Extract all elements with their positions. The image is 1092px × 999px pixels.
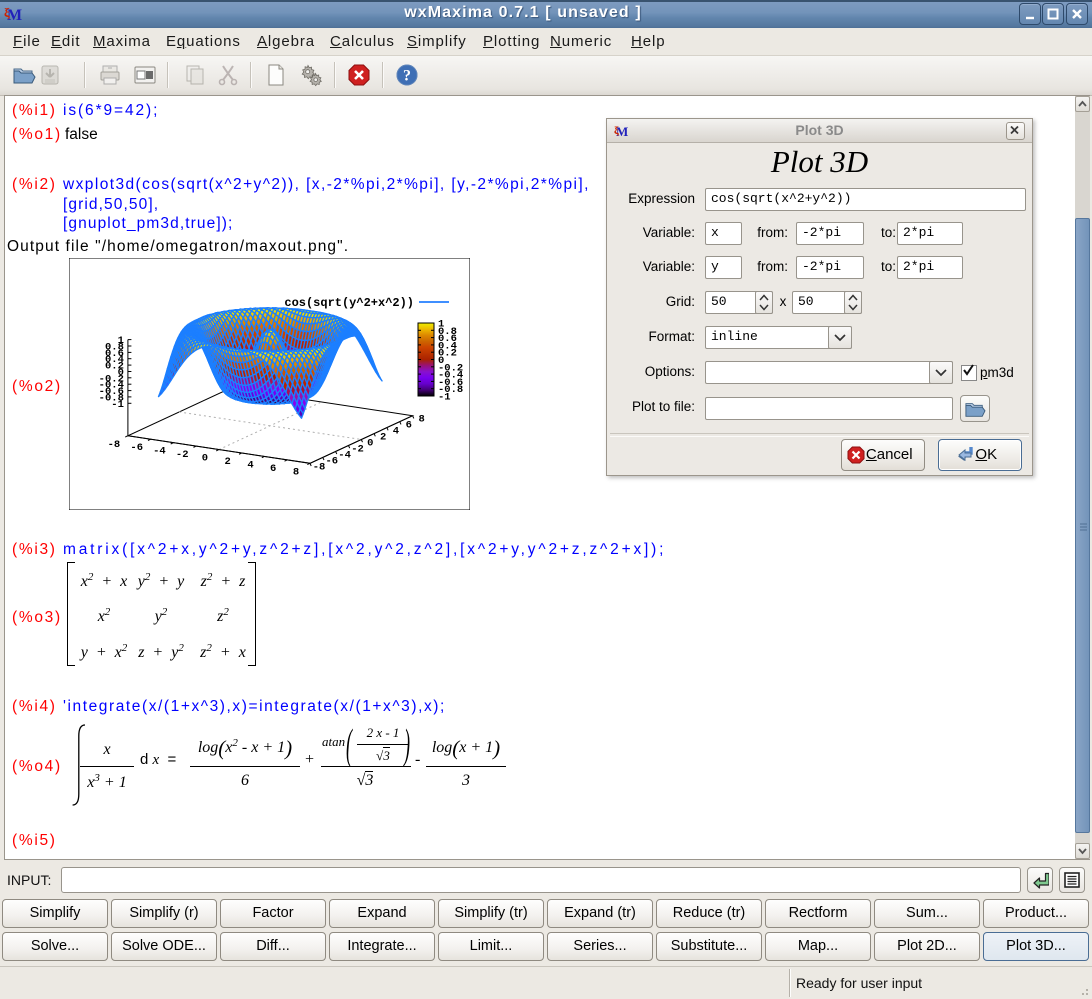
svg-text:-4: -4 (153, 446, 166, 458)
svg-text:cos(sqrt(y^2+x^2)): cos(sqrt(y^2+x^2)) (284, 296, 414, 310)
svg-text:1: 1 (438, 319, 444, 331)
svg-text:4: 4 (247, 459, 253, 471)
svg-text:?: ? (403, 68, 411, 85)
svg-text:-8: -8 (313, 461, 326, 473)
svg-text:6: 6 (406, 420, 412, 432)
svg-text:ξ: ξ (614, 125, 619, 137)
svg-text:-6: -6 (325, 455, 338, 467)
svg-text:-2: -2 (351, 444, 364, 456)
svg-text:0: 0 (202, 453, 208, 465)
svg-text:8: 8 (418, 414, 424, 426)
svg-text:1: 1 (118, 335, 124, 347)
svg-text:8: 8 (293, 466, 299, 478)
svg-text:-4: -4 (338, 449, 351, 461)
svg-text:4: 4 (393, 426, 399, 438)
svg-text:-8: -8 (108, 439, 121, 451)
svg-text:2: 2 (380, 432, 386, 444)
svg-text:2: 2 (225, 456, 231, 468)
svg-text:-6: -6 (130, 442, 143, 454)
svg-text:0: 0 (367, 438, 373, 450)
svg-text:ξ: ξ (4, 5, 10, 20)
svg-text:-2: -2 (176, 449, 189, 461)
svg-text:6: 6 (270, 463, 276, 475)
